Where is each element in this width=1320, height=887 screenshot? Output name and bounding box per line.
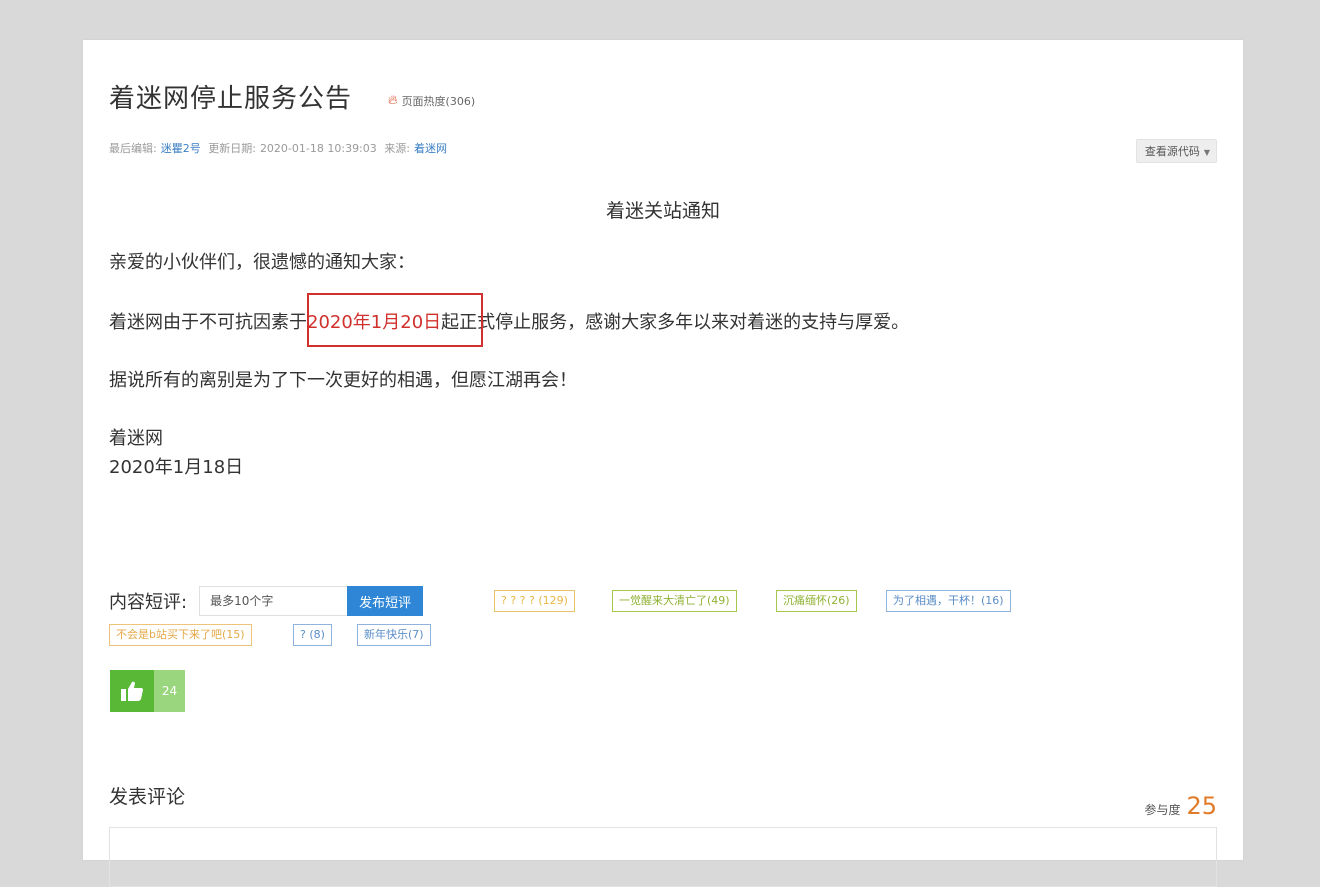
short-comment-tag[interactable]: ? (8) — [293, 624, 332, 646]
notice-title: 着迷关站通知 — [605, 200, 720, 222]
page-heat-label: 页面热度(306) — [401, 94, 476, 108]
title-row: 着迷网停止服务公告 🔥︎ 页面热度(306) — [109, 78, 475, 115]
notice-body-post: 起正式停止服务，感谢大家多年以来对着迷的支持与厚爱。 — [441, 312, 910, 333]
caret-down-icon: ▼ — [1203, 148, 1210, 157]
short-comment-tag[interactable]: 沉痛缅怀(26) — [776, 590, 857, 612]
flame-icon: 🔥︎ — [388, 93, 398, 108]
view-source-label: 查看源代码 — [1144, 145, 1200, 158]
article-meta: 最后编辑: 迷瞿2号 更新日期: 2020-01-18 10:39:03 来源: 着迷… — [109, 140, 451, 156]
like-count: 24 — [154, 670, 185, 712]
short-comment-form: 内容短评: 发布短评 — [109, 586, 424, 616]
like-button[interactable]: 24 — [110, 670, 185, 712]
participation-value: 25 — [1186, 792, 1217, 820]
date-label: 更新日期: — [208, 142, 256, 155]
notice-signature-date: 2020年1月18日 — [109, 457, 244, 478]
page-heat: 🔥︎ 页面热度(306) — [388, 93, 475, 109]
update-date: 2020-01-18 10:39:03 — [259, 142, 377, 155]
notice-signature: 着迷网 — [109, 428, 163, 449]
notice-body-pre: 着迷网由于不可抗因素于 — [109, 312, 307, 333]
post-comment-title: 发表评论 — [109, 786, 186, 808]
short-comment-input[interactable] — [199, 586, 348, 616]
page-title: 着迷网停止服务公告 — [109, 84, 353, 114]
publish-short-comment-button[interactable]: 发布短评 — [347, 586, 424, 616]
short-comment-tag[interactable]: ? ? ? ? (129) — [494, 590, 575, 612]
short-comment-tag[interactable]: 一觉醒来大清亡了(49) — [612, 590, 737, 612]
participation-label: 参与度 — [1144, 803, 1181, 817]
short-comment-tag[interactable]: 新年快乐(7) — [357, 624, 431, 646]
short-comment-tag[interactable]: 为了相遇，干杯！(16) — [886, 590, 1011, 612]
short-comment-label: 内容短评: — [109, 592, 188, 613]
participation: 参与度 25 — [1144, 792, 1217, 820]
notice-farewell: 据说所有的离别是为了下一次更好的相遇，但愿江湖再会！ — [109, 370, 577, 391]
editor-link[interactable]: 迷瞿2号 — [161, 142, 201, 155]
notice-body: 着迷网由于不可抗因素于2020年1月20日起正式停止服务，感谢大家多年以来对着迷… — [109, 308, 909, 334]
source-link[interactable]: 着迷网 — [414, 142, 447, 155]
short-comment-tag[interactable]: 不会是b站买下来了吧(15) — [109, 624, 252, 646]
article-card: 着迷网停止服务公告 🔥︎ 页面热度(306) 最后编辑: 迷瞿2号 更新日期: 20… — [83, 40, 1243, 887]
source-label: 来源: — [384, 142, 410, 155]
editor-label: 最后编辑: — [109, 142, 157, 155]
view-source-button[interactable]: 查看源代码 ▼ — [1135, 139, 1217, 163]
thumbs-up-icon — [110, 670, 154, 712]
comment-textarea[interactable] — [109, 827, 1217, 887]
notice-greeting: 亲爱的小伙伴们，很遗憾的通知大家： — [109, 252, 415, 273]
date-highlight-box — [307, 293, 483, 347]
